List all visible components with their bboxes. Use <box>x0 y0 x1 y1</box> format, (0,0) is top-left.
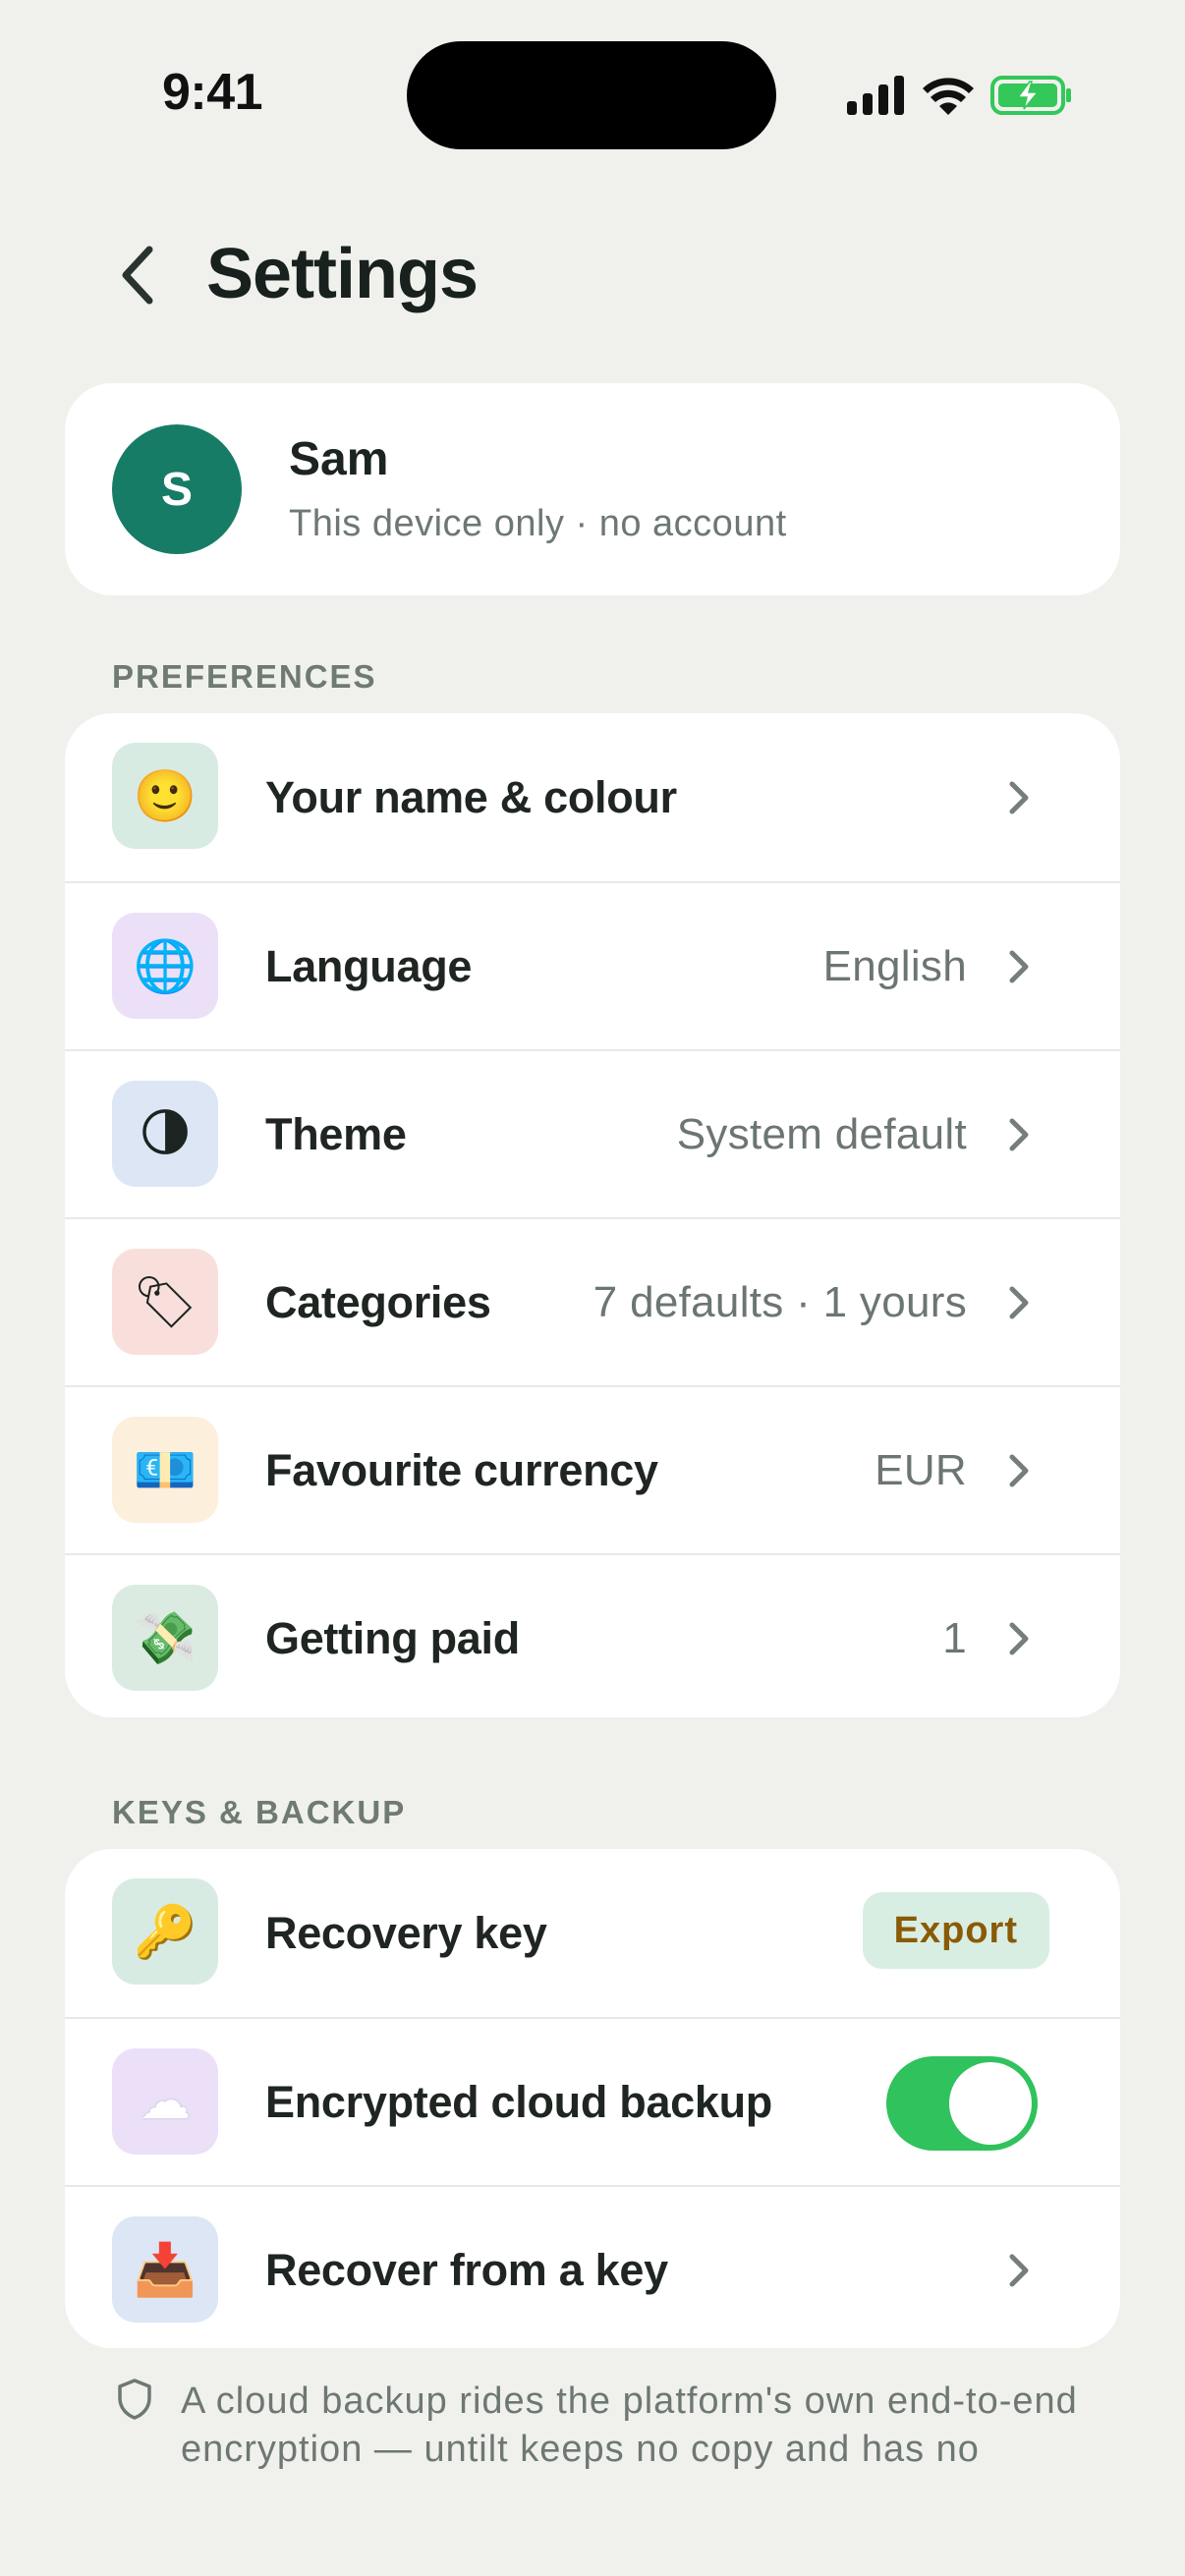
page-title: Settings <box>206 235 479 313</box>
signal-icon <box>847 76 904 115</box>
chevron-right-icon <box>1009 1286 1029 1318</box>
row-label: Your name & colour <box>265 771 677 822</box>
row-value: 1 <box>942 1613 967 1662</box>
row-value: English <box>822 941 967 990</box>
settings-row-recovery-key: 🔑 Recovery key Export <box>65 1849 1120 2017</box>
settings-row-categories[interactable]: 🏷 Categories 7 defaults · 1 yours <box>65 1217 1120 1385</box>
cloud-backup-toggle[interactable] <box>886 2056 1038 2151</box>
status-time: 9:41 <box>162 64 263 121</box>
profile-card[interactable]: S Sam This device only · no account <box>65 383 1120 595</box>
status-icons <box>847 71 1073 120</box>
chevron-left-icon <box>122 246 153 305</box>
money-wings-icon: 💸 <box>112 1585 218 1691</box>
settings-row-theme[interactable]: 🌗 Theme System default <box>65 1049 1120 1217</box>
chevron-right-icon <box>1009 1454 1029 1486</box>
smiley-icon: 🙂 <box>112 743 218 849</box>
dynamic-island <box>407 41 776 149</box>
toggle-knob <box>949 2062 1032 2145</box>
chevron-right-icon <box>1009 1118 1029 1150</box>
inbox-tray-icon: 📥 <box>112 2216 218 2323</box>
globe-icon: 🌐 <box>112 913 218 1019</box>
chevron-right-icon <box>1009 950 1029 982</box>
row-label: Favourite currency <box>265 1444 658 1495</box>
section-label-preferences: PREFERENCES <box>112 658 377 695</box>
row-label: Recover from a key <box>265 2244 668 2295</box>
avatar: S <box>112 424 242 554</box>
status-bar: 9:41 <box>0 0 1185 177</box>
keys-backup-card: 🔑 Recovery key Export ☁ Encrypted cloud … <box>65 1849 1120 2348</box>
row-label: Theme <box>265 1108 407 1159</box>
chevron-right-icon <box>1009 1622 1029 1654</box>
row-label: Language <box>265 940 473 991</box>
row-label: Getting paid <box>265 1612 520 1663</box>
banknote-icon: 💶 <box>112 1417 218 1523</box>
row-value: System default <box>676 1109 967 1158</box>
cloud-icon: ☁ <box>112 2048 218 2155</box>
settings-row-language[interactable]: 🌐 Language English <box>65 881 1120 1049</box>
settings-row-currency[interactable]: 💶 Favourite currency EUR <box>65 1385 1120 1553</box>
footnote-text: A cloud backup rides the platform's own … <box>181 2380 1078 2470</box>
row-value: EUR <box>875 1445 967 1494</box>
chevron-right-icon <box>1009 781 1029 813</box>
preferences-card: 🙂 Your name & colour 🌐 Language English … <box>65 713 1120 1717</box>
export-button[interactable]: Export <box>862 1892 1049 1969</box>
section-label-keys-backup: KEYS & BACKUP <box>112 1794 407 1830</box>
profile-name: Sam <box>289 433 389 485</box>
tag-icon: 🏷 <box>112 1249 218 1355</box>
row-label: Encrypted cloud backup <box>265 2076 772 2127</box>
settings-row-name-colour[interactable]: 🙂 Your name & colour <box>65 713 1120 881</box>
key-icon: 🔑 <box>112 1878 218 1985</box>
profile-subtitle: This device only · no account <box>289 503 787 544</box>
chevron-right-icon <box>1009 2254 1029 2286</box>
moon-icon: 🌗 <box>112 1081 218 1187</box>
row-label: Categories <box>265 1276 491 1327</box>
wifi-icon <box>923 78 974 115</box>
shield-icon <box>118 2379 151 2420</box>
row-value: 7 defaults · 1 yours <box>592 1277 967 1326</box>
settings-row-cloud-backup: ☁ Encrypted cloud backup <box>65 2017 1120 2185</box>
settings-row-recover-key[interactable]: 📥 Recover from a key <box>65 2185 1120 2348</box>
battery-charging-icon <box>990 76 1071 115</box>
row-label: Recovery key <box>265 1907 547 1958</box>
back-button[interactable] <box>98 236 177 314</box>
settings-row-getting-paid[interactable]: 💸 Getting paid 1 <box>65 1553 1120 1717</box>
